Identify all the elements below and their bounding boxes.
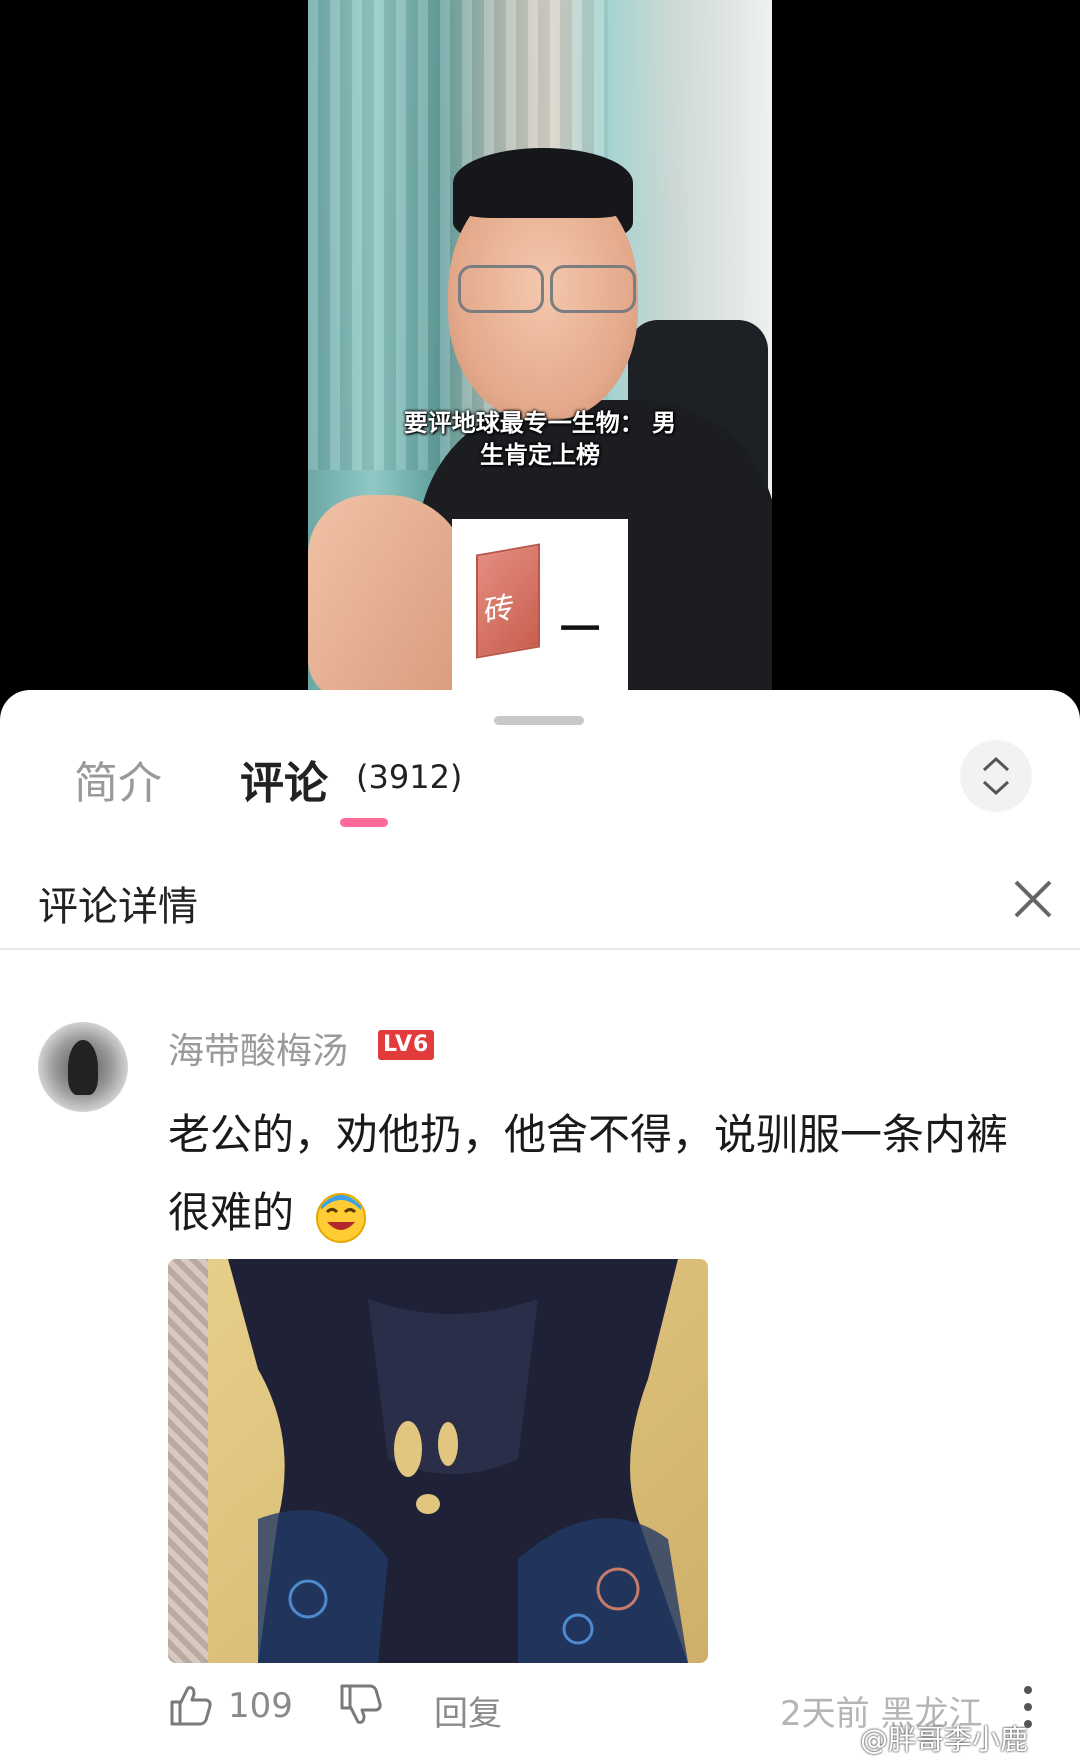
avatar[interactable] [38, 1022, 128, 1112]
expand-button[interactable] [960, 740, 1032, 812]
brick-label: 砖 [484, 589, 514, 631]
subtitle-line-1: 要评地球最专一生物： 男 [403, 408, 677, 437]
comments-count: (3912) [356, 758, 463, 796]
comment-username[interactable]: 海带酸梅汤 [168, 1022, 348, 1074]
subtitle-line-2: 生肯定上榜 [480, 440, 600, 469]
tab-active-indicator [340, 818, 388, 827]
comment-text: 老公的，劝他扔，他舍不得，说驯服一条内裤很难的 [168, 1110, 1009, 1237]
torn-underwear-photo [228, 1259, 688, 1663]
comment-detail-header: 评论详情 [0, 850, 1080, 950]
tab-intro[interactable]: 简介 [74, 747, 162, 811]
brick-dash: 一 [560, 607, 600, 653]
video-player[interactable]: 要评地球最专一生物： 男 生肯定上榜 砖 一 [0, 0, 1080, 700]
thumbs-up-icon[interactable] [168, 1682, 214, 1728]
laughing-crying-emoji-icon [316, 1192, 367, 1243]
comment-body: 老公的，劝他扔，他舍不得，说驯服一条内裤很难的 [168, 1096, 1028, 1252]
tab-comments[interactable]: 评论 [240, 747, 328, 811]
person-hair-top [453, 148, 633, 218]
drag-handle[interactable] [494, 716, 584, 725]
close-icon [1014, 880, 1052, 918]
page-title: 评论详情 [38, 884, 198, 930]
thumbs-down-icon[interactable] [338, 1682, 384, 1728]
brick-sticker: 砖 一 [452, 519, 628, 700]
reply-button[interactable]: 回复 [434, 1686, 502, 1735]
glasses [438, 265, 648, 315]
avatar-figure [68, 1040, 98, 1095]
comments-sheet: 简介 评论 (3912) 评论详情 海带酸梅汤 LV6 老公的，劝他扔，他舍不得… [0, 690, 1080, 1759]
comment-image[interactable] [168, 1259, 708, 1663]
person-hand [308, 495, 468, 700]
fabric-background [168, 1259, 208, 1663]
like-count: 109 [228, 1686, 293, 1726]
video-frame: 要评地球最专一生物： 男 生肯定上榜 砖 一 [308, 0, 772, 700]
level-badge: LV6 [378, 1030, 435, 1060]
watermark: @胖哥李小鹿 [860, 1723, 1029, 1756]
brick-icon: 砖 [476, 543, 540, 659]
chevron-updown-icon [982, 756, 1010, 796]
video-subtitle: 要评地球最专一生物： 男 生肯定上榜 [318, 407, 762, 471]
close-button[interactable] [1008, 874, 1058, 924]
